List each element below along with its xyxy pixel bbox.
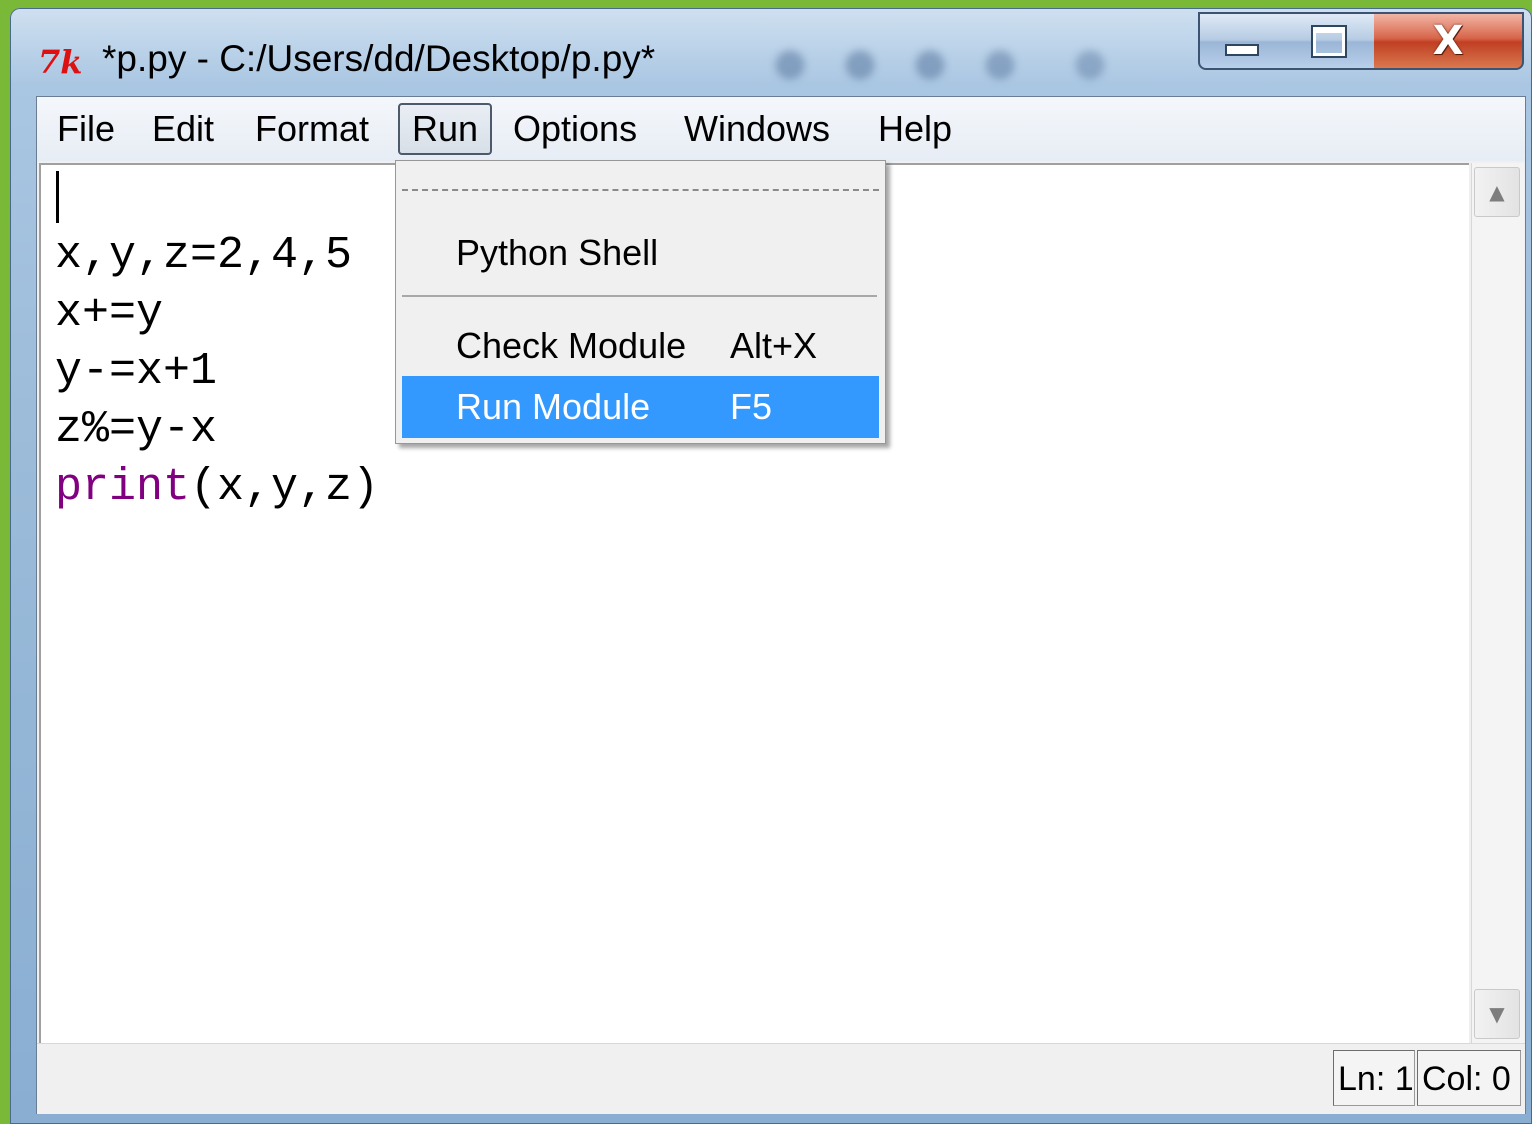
menu-item-label: Python Shell — [456, 232, 659, 273]
print-keyword: print — [55, 462, 191, 513]
close-button[interactable]: X — [1374, 12, 1524, 70]
line-indicator: Ln: 1 — [1333, 1050, 1415, 1106]
vertical-scrollbar[interactable]: ▲ ▼ — [1471, 163, 1524, 1043]
menu-help[interactable]: Help — [866, 103, 964, 155]
menu-item-accelerator: Alt+X — [730, 325, 818, 366]
titlebar-glass — [770, 46, 1130, 84]
menu-item-check-module[interactable]: Check Module Alt+X — [402, 315, 879, 377]
status-bar: Ln: 1 Col: 0 — [37, 1043, 1525, 1114]
scroll-up-button[interactable]: ▲ — [1474, 167, 1520, 217]
tearoff-line[interactable] — [402, 189, 879, 191]
code-line[interactable]: y-=x+1 — [55, 343, 217, 401]
arrow-up-icon: ▲ — [1489, 180, 1505, 204]
menu-run[interactable]: Run — [398, 103, 493, 155]
minimize-button[interactable] — [1198, 12, 1286, 70]
menu-file[interactable]: File — [45, 103, 127, 155]
print-args: (x,y,z) — [190, 462, 380, 513]
maximize-icon — [1311, 24, 1347, 58]
close-icon: X — [1432, 18, 1464, 64]
run-menu-dropdown: Python Shell Check Module Alt+X Run Modu… — [395, 160, 886, 444]
menu-item-accelerator: F5 — [730, 386, 773, 427]
maximize-button[interactable] — [1284, 12, 1376, 70]
column-indicator: Col: 0 — [1417, 1050, 1521, 1106]
window-title: *p.py - C:/Users/dd/Desktop/p.py* — [102, 38, 656, 79]
menu-item-label: Run Module — [456, 386, 651, 427]
code-line[interactable]: x+=y — [55, 285, 163, 343]
tk-feather-icon: 7k — [38, 43, 83, 81]
menu-item-python-shell[interactable]: Python Shell — [402, 222, 879, 284]
menu-windows[interactable]: Windows — [672, 103, 842, 155]
code-line[interactable]: z%=y-x — [55, 401, 217, 459]
minimize-icon — [1225, 44, 1259, 56]
scroll-down-button[interactable]: ▼ — [1474, 989, 1520, 1039]
menu-format[interactable]: Format — [243, 103, 381, 155]
menu-item-label: Check Module — [456, 325, 687, 366]
menu-separator — [402, 295, 877, 297]
arrow-down-icon: ▼ — [1489, 1002, 1505, 1026]
menu-options[interactable]: Options — [501, 103, 649, 155]
menubar: File Edit Format Run Options Windows Hel… — [37, 97, 1525, 161]
text-cursor — [56, 171, 59, 223]
menu-edit[interactable]: Edit — [140, 103, 226, 155]
menu-item-run-module[interactable]: Run Module F5 — [402, 376, 879, 438]
code-line[interactable]: print(x,y,z) — [55, 459, 379, 517]
code-line[interactable]: x,y,z=2,4,5 — [55, 227, 352, 285]
